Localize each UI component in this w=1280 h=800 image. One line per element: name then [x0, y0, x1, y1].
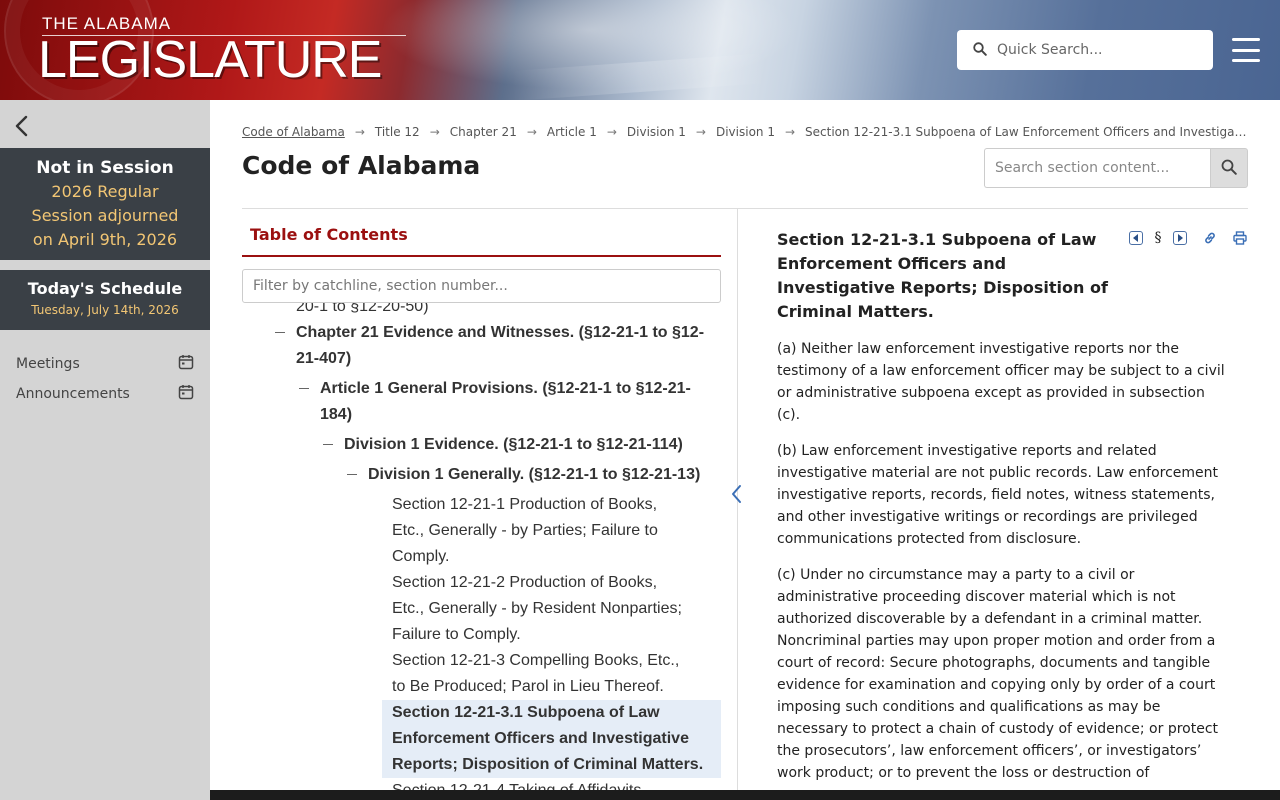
toc-item-article[interactable]: 184): [320, 402, 352, 428]
arrow-right-icon: →: [784, 125, 796, 139]
section-search-button[interactable]: [1210, 148, 1248, 188]
section-paragraph-b: (b) Law enforcement investigative report…: [777, 443, 1218, 547]
sidebar-item-announcements[interactable]: Announcements: [16, 383, 194, 405]
collapse-sidebar-icon[interactable]: [12, 114, 32, 138]
toc-title: Table of Contents: [250, 225, 408, 244]
breadcrumb: Code of Alabama → Title 12 → Chapter 21 …: [242, 122, 1248, 142]
sidebar-item-label: Announcements: [16, 386, 130, 402]
sidebar-item-label: Meetings: [16, 356, 80, 372]
toc-item-section[interactable]: Section 12-21-4 Taking of Affidavits: [392, 778, 641, 790]
calendar-icon: [178, 384, 194, 404]
breadcrumb-link-code[interactable]: Code of Alabama: [242, 125, 345, 139]
toc-item-section[interactable]: Etc., Generally - by Parties; Failure to: [392, 518, 658, 544]
toc-item-section-selected[interactable]: Enforcement Officers and Investigative: [392, 726, 689, 752]
section-search-box[interactable]: [984, 148, 1248, 188]
breadcrumb-item-subdivision[interactable]: Division 1: [716, 125, 775, 139]
toc-item-division[interactable]: Division 1 Generally. (§12-21-1 to §12-2…: [368, 462, 700, 488]
collapse-dash-icon[interactable]: [323, 444, 333, 445]
session-line: on April 9th, 2026: [32, 230, 178, 249]
section-toolbar: §: [1128, 230, 1248, 246]
breadcrumb-item-chapter[interactable]: Chapter 21: [450, 125, 517, 139]
toc-item-section-selected[interactable]: Reports; Disposition of Criminal Matters…: [392, 752, 703, 778]
toc-item-section[interactable]: Failure to Comply.: [392, 622, 521, 648]
breadcrumb-item-section: Section 12-21-3.1 Subpoena of Law Enforc…: [805, 125, 1248, 139]
quick-search-input[interactable]: [997, 42, 1197, 58]
toc-item-section[interactable]: Section 12-21-2 Production of Books,: [392, 570, 657, 596]
breadcrumb-item-article[interactable]: Article 1: [547, 125, 597, 139]
collapse-dash-icon[interactable]: [299, 388, 309, 389]
schedule-date: Tuesday, July 14th, 2026: [31, 303, 179, 317]
arrow-right-icon: →: [429, 125, 440, 139]
link-icon[interactable]: [1202, 230, 1218, 246]
breadcrumb-item-division[interactable]: Division 1: [627, 125, 686, 139]
sidebar-item-meetings[interactable]: Meetings: [16, 353, 194, 375]
toc-item-title[interactable]: 20-1 to §12-20-50): [296, 303, 429, 320]
sidebar: Not in Session 2026 Regular Session adjo…: [0, 100, 210, 800]
section-paragraph-a: (a) Neither law enforcement investigativ…: [777, 341, 1225, 423]
divider: [242, 208, 1248, 209]
arrow-right-icon: →: [695, 125, 706, 139]
todays-schedule-panel[interactable]: Today's Schedule Tuesday, July 14th, 202…: [0, 270, 210, 330]
print-icon[interactable]: [1232, 230, 1248, 246]
calendar-icon: [178, 354, 194, 374]
chevron-left-icon[interactable]: [728, 482, 746, 506]
toc-item-chapter[interactable]: Chapter 21 Evidence and Witnesses. (§12-…: [296, 320, 704, 346]
collapse-dash-icon[interactable]: [275, 332, 285, 333]
arrow-right-icon: →: [606, 125, 617, 139]
session-line: 2026 Regular: [51, 182, 159, 201]
toc-item-section-selected[interactable]: Section 12-21-3.1 Subpoena of Law: [392, 700, 660, 726]
quick-search-box[interactable]: [957, 30, 1213, 70]
toc-tree: 20-1 to §12-20-50) Chapter 21 Evidence a…: [242, 303, 721, 790]
toc-item-section[interactable]: Comply.: [392, 544, 450, 570]
section-search-input[interactable]: [984, 148, 1210, 188]
next-section-icon[interactable]: [1172, 230, 1188, 246]
section-heading: Section 12-21-3.1 Subpoena of Law Enforc…: [777, 230, 1108, 321]
session-status: Not in Session: [36, 158, 174, 178]
divider: [242, 255, 721, 257]
previous-section-icon[interactable]: [1128, 230, 1144, 246]
toc-item-section[interactable]: Section 12-21-1 Production of Books,: [392, 492, 657, 518]
toc-item-division[interactable]: Division 1 Evidence. (§12-21-1 to §12-21…: [344, 432, 683, 458]
page-title: Code of Alabama: [242, 151, 481, 180]
toc-item-section[interactable]: Section 12-21-3 Compelling Books, Etc.,: [392, 648, 679, 674]
search-icon: [1221, 159, 1237, 178]
menu-icon[interactable]: [1232, 38, 1260, 62]
brand-logo-text[interactable]: LEGISLATURE: [38, 32, 382, 88]
session-line: Session adjourned: [31, 206, 179, 225]
section-paragraph-c: (c) Under no circumstance may a party to…: [777, 567, 1219, 781]
session-status-panel: Not in Session 2026 Regular Session adjo…: [0, 148, 210, 260]
arrow-right-icon: →: [526, 125, 537, 139]
section-symbol-icon[interactable]: §: [1150, 230, 1166, 246]
header-banner: THE ALABAMA LEGISLATURE: [0, 0, 1280, 100]
toc-filter-input[interactable]: [242, 269, 721, 303]
search-icon: [973, 41, 987, 60]
collapse-dash-icon[interactable]: [347, 474, 357, 475]
bottom-bar: [210, 790, 1280, 800]
toc-item-section[interactable]: to Be Produced; Parol in Lieu Thereof.: [392, 674, 664, 700]
toc-item-article[interactable]: Article 1 General Provisions. (§12-21-1 …: [320, 376, 691, 402]
toc-item-section[interactable]: Etc., Generally - by Resident Nonparties…: [392, 596, 682, 622]
schedule-title: Today's Schedule: [27, 279, 183, 298]
toc-item-chapter[interactable]: 21-407): [296, 346, 351, 372]
breadcrumb-item-title[interactable]: Title 12: [375, 125, 420, 139]
arrow-right-icon: →: [354, 125, 365, 139]
